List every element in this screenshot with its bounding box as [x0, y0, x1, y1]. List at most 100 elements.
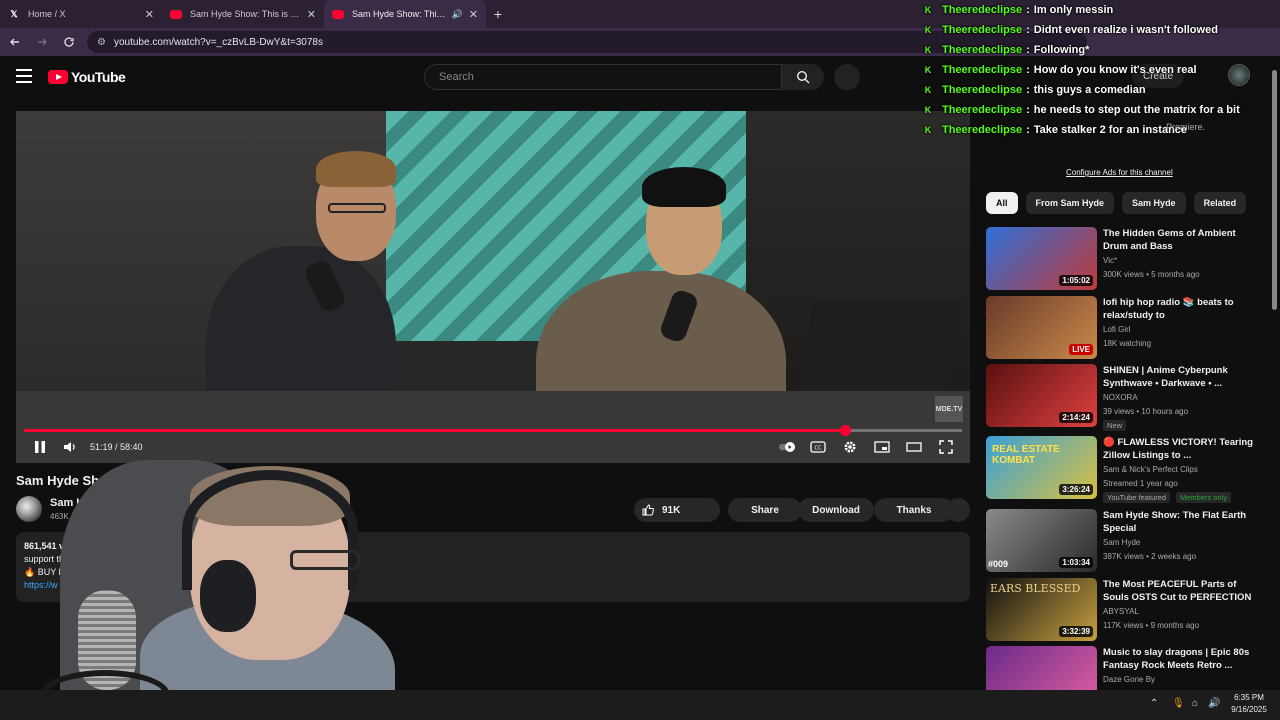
browser-tab-3[interactable]: Sam Hyde Show: This is You 🔊 ✕ [324, 0, 486, 28]
headphones-ear-cup [200, 560, 256, 632]
recommendation-title[interactable]: Sam Hyde Show: The Flat Earth Special [1103, 509, 1253, 535]
chat-message: K Theeredeclipse: Didnt even realize i was… [918, 20, 1280, 40]
reload-button[interactable] [57, 30, 81, 54]
search-input[interactable] [439, 71, 781, 83]
chat-text: this guys a comedian [1033, 84, 1146, 96]
configure-ads-link[interactable]: Configure Ads for this channel [1066, 168, 1173, 177]
video-player[interactable]: MDE.TV [16, 111, 970, 463]
chat-username[interactable]: Theeredeclipse [942, 24, 1022, 36]
recommendation-channel[interactable]: Lofi Girl [1103, 325, 1131, 334]
recommendation-item[interactable]: REAL ESTATE KOMBAT 3:26:24 🔴 FLAWLESS VICT… [986, 436, 1256, 503]
chat-message: K Theeredeclipse: Im only messin [918, 0, 1280, 20]
recommendation-item[interactable]: 2:14:24 SHINEN | Anime Cyberpunk Synthwav… [986, 364, 1256, 431]
recommendation-item[interactable]: 1:05:02 The Hidden Gems of Ambient Drum a… [986, 227, 1256, 291]
close-tab-icon[interactable]: ✕ [469, 8, 478, 21]
volume-tray-icon[interactable]: 🔊 [1208, 698, 1220, 709]
fullscreen-button[interactable] [936, 438, 956, 456]
chip-related[interactable]: Related [1193, 192, 1247, 214]
theater-mode-button[interactable] [904, 438, 924, 456]
search-input-container[interactable] [424, 64, 782, 90]
video-thumbnail[interactable]: REAL ESTATE KOMBAT 3:26:24 [986, 436, 1097, 499]
menu-icon[interactable] [16, 69, 32, 83]
download-button[interactable]: Download [798, 498, 874, 522]
youtube-logo[interactable]: YouTube [48, 69, 126, 85]
browser-tab-1[interactable]: 𝕏 Home / X ✕ [0, 0, 162, 28]
gear-icon [844, 441, 856, 453]
channel-watermark[interactable]: MDE.TV [935, 396, 963, 422]
recommendation-title[interactable]: The Hidden Gems of Ambient Drum and Bass [1103, 227, 1253, 253]
kick-badge-icon: K [924, 85, 932, 95]
settings-button[interactable] [840, 438, 860, 456]
close-tab-icon[interactable]: ✕ [307, 8, 316, 21]
video-duration: 1:05:02 [1059, 275, 1093, 286]
recommendation-title[interactable]: SHINEN | Anime Cyberpunk Synthwave • Dar… [1103, 364, 1253, 390]
autoplay-toggle[interactable] [778, 438, 800, 456]
captions-button[interactable]: CC [808, 438, 828, 456]
tray-chevron-icon[interactable]: ⌃ [1150, 698, 1158, 709]
youtube-play-icon [48, 70, 68, 84]
captions-icon: CC [810, 441, 826, 453]
recommendation-title[interactable]: Music to slay dragons | Epic 80s Fantasy… [1103, 646, 1253, 672]
video-thumbnail[interactable]: LIVE [986, 296, 1097, 359]
chat-username[interactable]: Theeredeclipse [942, 84, 1022, 96]
chat-username[interactable]: Theeredeclipse [942, 64, 1022, 76]
laptop [798, 301, 964, 401]
chat-username[interactable]: Theeredeclipse [942, 124, 1022, 136]
chat-text: Following* [1033, 44, 1090, 56]
chat-separator: : [1026, 24, 1030, 36]
chat-text: Im only messin [1033, 4, 1114, 16]
new-tab-button[interactable]: + [486, 0, 510, 28]
video-thumbnail[interactable]: 2:14:24 [986, 364, 1097, 427]
chat-separator: : [1026, 104, 1030, 116]
forward-arrow-icon [38, 38, 47, 46]
browser-tab-2[interactable]: Sam Hyde Show: This is You - Y ✕ [162, 0, 324, 28]
recommendation-item[interactable]: #009 1:03:34 Sam Hyde Show: The Flat Earth… [986, 509, 1256, 573]
svg-text:CC: CC [815, 446, 822, 452]
chat-username[interactable]: Theeredeclipse [942, 44, 1022, 56]
site-info-icon[interactable]: ⚙ [97, 37, 106, 48]
more-actions-button[interactable] [946, 498, 970, 522]
recommendation-item[interactable]: LIVE lofi hip hop radio 📚 beats to relax/… [986, 296, 1256, 360]
recommendation-channel[interactable]: NOXORA [1103, 393, 1138, 402]
recommendation-title[interactable]: 🔴 FLAWLESS VICTORY! Tearing Zillow Listi… [1103, 436, 1253, 462]
thanks-button[interactable]: Thanks [874, 498, 954, 522]
search-button[interactable] [782, 64, 824, 90]
recommendation-channel[interactable]: ABYSYAL [1103, 607, 1139, 616]
members-only-badge: Members only [1176, 492, 1232, 503]
recommendation-title[interactable]: The Most PEACEFUL Parts of Souls OSTS Cu… [1103, 578, 1253, 604]
recommendation-channel[interactable]: Daze Gone By [1103, 675, 1155, 684]
system-clock[interactable]: 6:35 PM 9/16/2025 [1224, 692, 1274, 716]
forward-button[interactable] [30, 30, 54, 54]
chat-username[interactable]: Theeredeclipse [942, 4, 1022, 16]
recommendation-channel[interactable]: Sam & Nick's Perfect Clips [1103, 465, 1198, 474]
video-thumbnail[interactable]: 1:05:02 [986, 227, 1097, 290]
progress-scrubber-handle[interactable] [839, 425, 851, 436]
chat-text: Take stalker 2 for an instance [1033, 124, 1188, 136]
chip-from-sam-hyde[interactable]: From Sam Hyde [1025, 192, 1115, 214]
recommendation-title[interactable]: lofi hip hop radio 📚 beats to relax/stud… [1103, 296, 1253, 322]
video-thumbnail[interactable]: #009 1:03:34 [986, 509, 1097, 572]
video-thumbnail[interactable]: EARS BLESSED 3:32:39 [986, 578, 1097, 641]
chat-username[interactable]: Theeredeclipse [942, 104, 1022, 116]
like-button[interactable]: 91K [634, 498, 720, 522]
chip-all[interactable]: All [986, 192, 1018, 214]
miniplayer-button[interactable] [872, 438, 892, 456]
speaker-icon[interactable]: 🔊 [452, 9, 463, 20]
close-tab-icon[interactable]: ✕ [145, 8, 154, 21]
kick-badge-icon: K [924, 105, 932, 115]
host-right-hair [642, 167, 726, 207]
back-button[interactable] [3, 30, 27, 54]
voice-search-button[interactable] [834, 64, 860, 90]
microphone-tray-icon[interactable]: 🎙 [1172, 698, 1185, 709]
recommendation-channel[interactable]: Vic* [1103, 256, 1117, 265]
network-icon[interactable]: ⌂ [1192, 698, 1198, 709]
logo-text: YouTube [71, 69, 126, 85]
recommendation-item[interactable]: EARS BLESSED 3:32:39 The Most PEACEFUL Par… [986, 578, 1256, 642]
os-taskbar [0, 690, 1280, 720]
page-scrollbar-thumb[interactable] [1272, 70, 1277, 310]
chat-separator: : [1026, 4, 1030, 16]
recommendation-channel[interactable]: Sam Hyde [1103, 538, 1140, 547]
miniplayer-icon [874, 441, 890, 453]
chip-sam-hyde[interactable]: Sam Hyde [1122, 192, 1186, 214]
share-button[interactable]: Share [728, 498, 802, 522]
